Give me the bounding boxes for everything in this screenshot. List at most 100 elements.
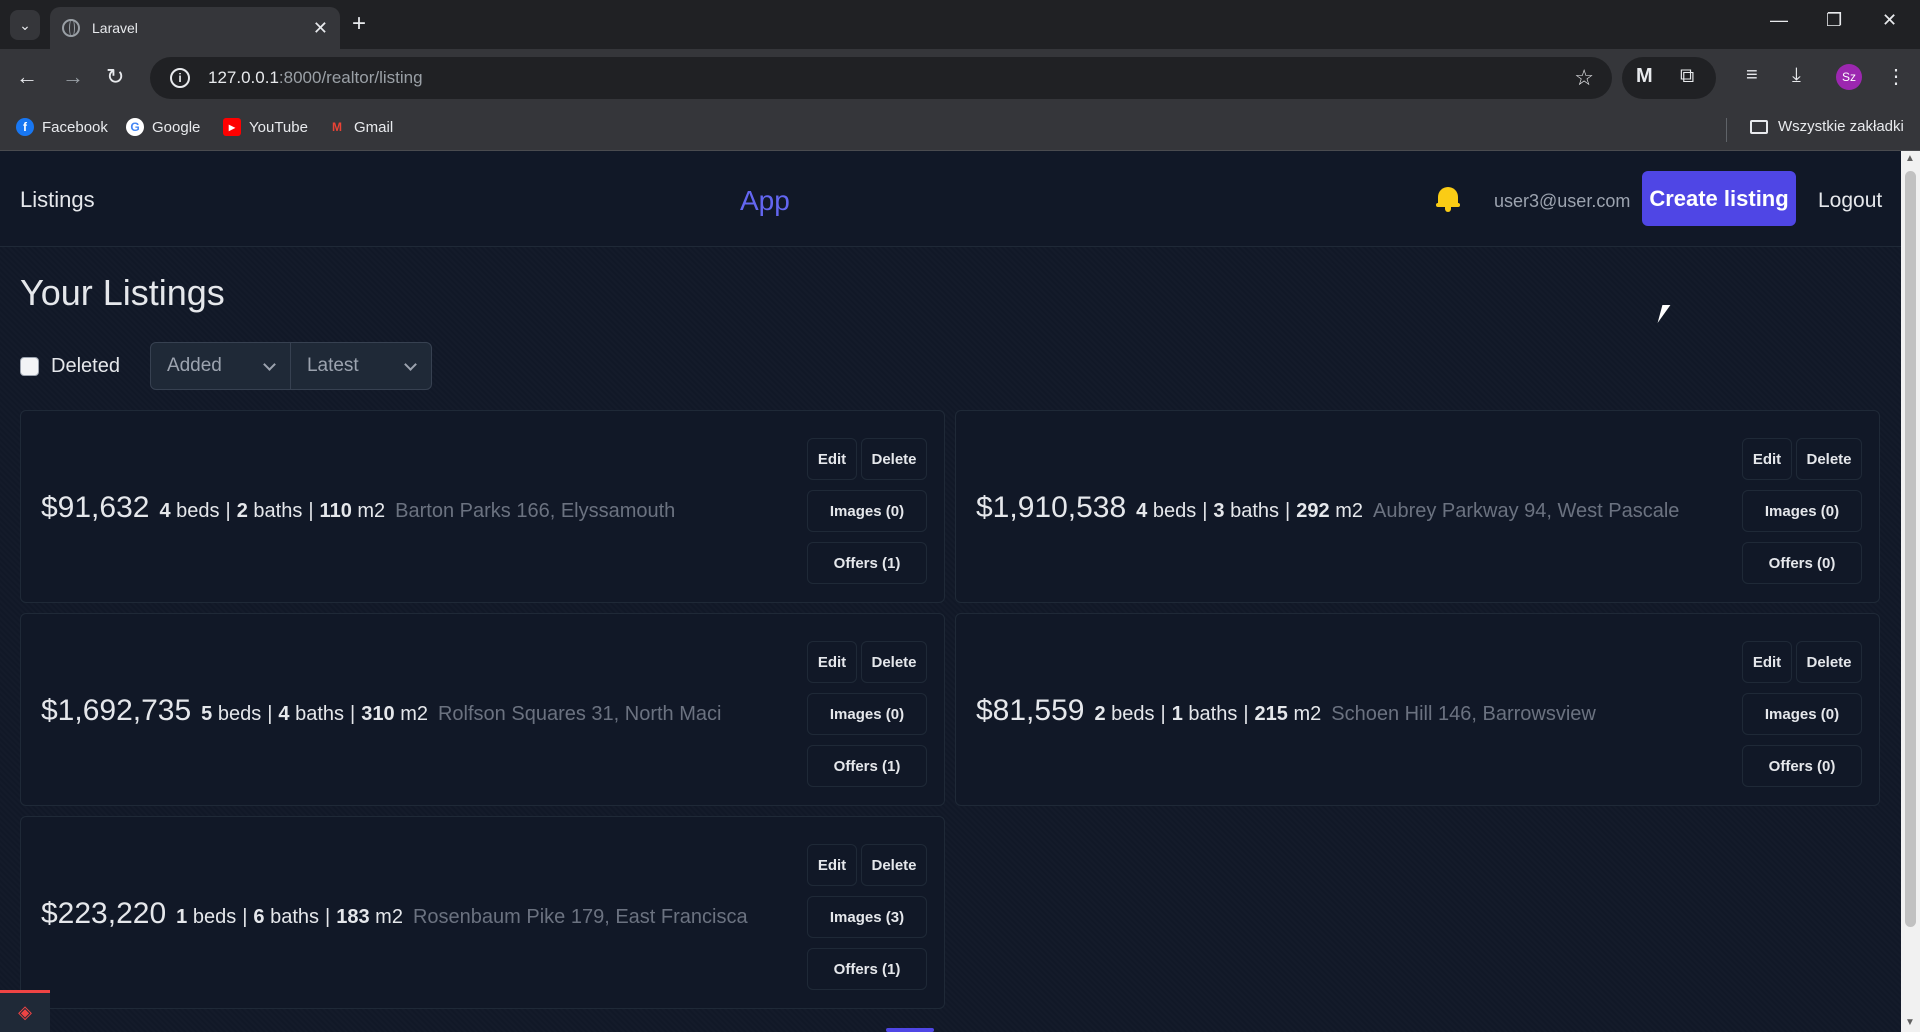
extensions-pill: M ⧉: [1622, 57, 1716, 99]
tab-title: Laravel: [92, 20, 138, 36]
site-info-icon[interactable]: i: [170, 68, 190, 88]
edit-button[interactable]: Edit: [807, 641, 857, 683]
extension-m-icon[interactable]: M: [1636, 65, 1653, 88]
url-text: 127.0.0.1:8000/realtor/listing: [208, 68, 423, 87]
images-button[interactable]: Images (0): [1742, 693, 1862, 735]
delete-button[interactable]: Delete: [1796, 641, 1862, 683]
all-bookmarks-label: Wszystkie zakładki: [1778, 118, 1904, 135]
listing-address: Rolfson Squares 31, North Maci: [437, 703, 722, 725]
user-email: user3@user.com: [1494, 191, 1631, 211]
chevron-down-icon: [263, 357, 276, 371]
bookmark-label: Google: [152, 118, 201, 136]
deleted-label[interactable]: Deleted: [51, 355, 120, 378]
bookmark-gmail[interactable]: M Gmail: [328, 118, 393, 136]
offers-button[interactable]: Offers (0): [1742, 745, 1862, 787]
restore-icon[interactable]: ❐: [1826, 10, 1842, 31]
notification-bell-icon[interactable]: [1436, 183, 1460, 213]
listing-card: $1,692,735 5 beds | 4 baths | 310 m2 Rolfson…: [20, 613, 945, 806]
pagination-indicator: [886, 1028, 934, 1032]
chevron-down-icon: [404, 357, 417, 371]
logout-link[interactable]: Logout: [1818, 189, 1882, 213]
images-button[interactable]: Images (3): [807, 896, 927, 938]
edit-button[interactable]: Edit: [1742, 641, 1792, 683]
listing-price: $91,632: [41, 491, 150, 524]
delete-button[interactable]: Delete: [861, 641, 927, 683]
media-icon[interactable]: ≡: [1746, 64, 1758, 87]
laravel-debug-icon[interactable]: ◈: [0, 990, 50, 1032]
all-bookmarks[interactable]: Wszystkie zakładki: [1750, 118, 1904, 135]
listing-price: $81,559: [976, 694, 1085, 727]
profile-avatar[interactable]: Sz: [1836, 64, 1862, 90]
page-title: Your Listings: [20, 272, 225, 313]
delete-button[interactable]: Delete: [861, 438, 927, 480]
tab-search-icon[interactable]: ⌄: [10, 10, 40, 40]
offers-button[interactable]: Offers (0): [1742, 542, 1862, 584]
bookmark-star-icon[interactable]: ☆: [1574, 65, 1594, 91]
listing-card: $223,220 1 beds | 6 baths | 183 m2 Rosenbaum…: [20, 816, 945, 1009]
images-button[interactable]: Images (0): [1742, 490, 1862, 532]
download-icon[interactable]: ⤓: [1792, 64, 1801, 87]
nav-listings-link[interactable]: Listings: [20, 187, 95, 213]
listing-summary: $223,220 1 beds | 6 baths | 183 m2 Rosenbaum…: [41, 897, 748, 931]
window-close-icon[interactable]: ✕: [1882, 10, 1897, 31]
scroll-up-icon[interactable]: ▲: [1905, 153, 1915, 164]
listing-stats: 2 beds | 1 baths | 215 m2: [1094, 703, 1322, 725]
edit-button[interactable]: Edit: [807, 844, 857, 886]
browser-toolbar: ← → ↻ i 127.0.0.1:8000/realtor/listing ☆…: [0, 49, 1920, 108]
delete-button[interactable]: Delete: [861, 844, 927, 886]
edit-button[interactable]: Edit: [807, 438, 857, 480]
edit-button[interactable]: Edit: [1742, 438, 1792, 480]
back-icon[interactable]: ←: [16, 65, 38, 89]
listing-summary: $1,910,538 4 beds | 3 baths | 292 m2 Aubrey …: [976, 491, 1679, 525]
address-bar[interactable]: i 127.0.0.1:8000/realtor/listing ☆: [150, 57, 1612, 99]
create-listing-button[interactable]: Create listing: [1642, 171, 1796, 226]
listing-stats: 4 beds | 2 baths | 110 m2: [159, 500, 386, 522]
offers-button[interactable]: Offers (1): [807, 948, 927, 990]
delete-button[interactable]: Delete: [1796, 438, 1862, 480]
bookmark-google[interactable]: G Google: [126, 118, 200, 136]
listing-address: Rosenbaum Pike 179, East Francisca: [412, 906, 748, 928]
youtube-icon: ▶: [223, 118, 241, 136]
bookmark-youtube[interactable]: ▶ YouTube: [223, 118, 308, 136]
mouse-cursor-icon: [1657, 305, 1671, 323]
sort-by-select[interactable]: Added: [151, 343, 291, 389]
browser-tab[interactable]: Laravel ✕: [50, 7, 340, 49]
globe-icon: [62, 19, 80, 37]
bookmark-label: YouTube: [249, 118, 308, 136]
listing-card: $91,632 4 beds | 2 baths | 110 m2 Barton Par…: [20, 410, 945, 603]
browser-tabstrip: ⌄ Laravel ✕ + — ❐ ✕: [0, 0, 1920, 49]
reload-icon[interactable]: ↻: [106, 65, 124, 89]
brand-logo[interactable]: App: [740, 185, 790, 217]
offers-button[interactable]: Offers (1): [807, 542, 927, 584]
scrollbar-thumb[interactable]: [1905, 171, 1916, 927]
extensions-puzzle-icon[interactable]: ⧉: [1680, 65, 1694, 88]
order-select[interactable]: Latest: [291, 343, 431, 389]
listing-summary: $1,692,735 5 beds | 4 baths | 310 m2 Rolfson…: [41, 694, 721, 728]
listing-stats: 5 beds | 4 baths | 310 m2: [201, 703, 428, 725]
bookmark-label: Gmail: [354, 118, 394, 136]
gmail-icon: M: [332, 120, 342, 134]
images-button[interactable]: Images (0): [807, 490, 927, 532]
forward-icon[interactable]: →: [62, 65, 84, 89]
listing-address: Schoen Hill 146, Barrowsview: [1331, 703, 1596, 725]
google-icon: G: [126, 118, 144, 136]
images-button[interactable]: Images (0): [807, 693, 927, 735]
offers-button[interactable]: Offers (1): [807, 745, 927, 787]
menu-kebab-icon[interactable]: ⋮: [1886, 64, 1906, 89]
bookmark-facebook[interactable]: f Facebook: [16, 118, 108, 136]
new-tab-icon[interactable]: +: [352, 11, 366, 37]
page-viewport: Listings App user3@user.com Create listi…: [0, 151, 1901, 1032]
bookmarks-divider: [1726, 118, 1727, 142]
listing-price: $1,910,538: [976, 491, 1127, 524]
listing-address: Aubrey Parkway 94, West Pascale: [1372, 500, 1680, 522]
listing-stats: 4 beds | 3 baths | 292 m2: [1136, 500, 1363, 522]
page-scrollbar[interactable]: ▲ ▼: [1901, 151, 1920, 1032]
listing-price: $223,220: [41, 897, 167, 930]
tab-close-icon[interactable]: ✕: [313, 18, 328, 39]
deleted-checkbox[interactable]: [20, 356, 39, 376]
scroll-down-icon[interactable]: ▼: [1905, 1017, 1915, 1028]
listing-price: $1,692,735: [41, 694, 192, 727]
minimize-icon[interactable]: —: [1770, 10, 1788, 31]
folder-icon: [1750, 119, 1768, 134]
sort-select-group: Added Latest: [149, 342, 432, 390]
